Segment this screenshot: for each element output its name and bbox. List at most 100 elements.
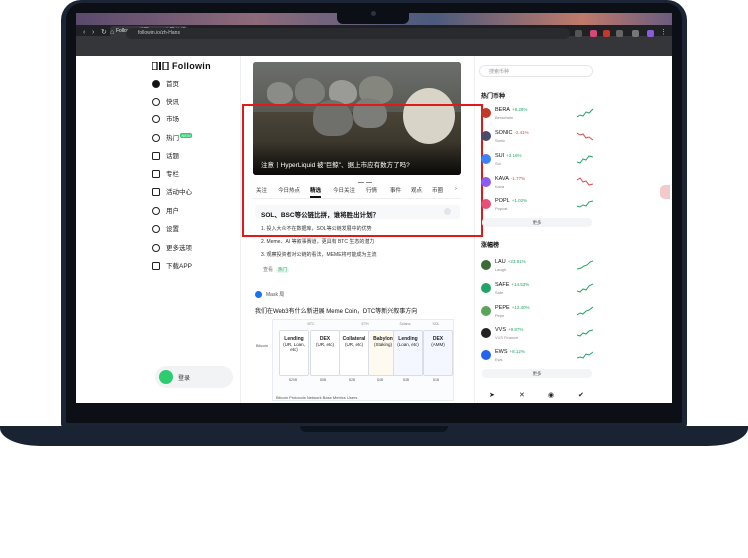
coin-symbol: SONIC -2.41% bbox=[495, 130, 529, 136]
diagram-foot: $3B bbox=[403, 378, 410, 382]
coin-change: +23.91% bbox=[507, 259, 526, 264]
sidebar-item-label: 活动中心 bbox=[166, 189, 192, 196]
list-item[interactable]: SAFE +14.53% Safe bbox=[481, 281, 593, 299]
floating-feedback-tab[interactable] bbox=[660, 185, 670, 199]
wolf-shape bbox=[267, 82, 293, 104]
coin-change: +8.28% bbox=[511, 107, 528, 112]
address-bar[interactable]: followin.io/zh-Hans bbox=[126, 28, 570, 39]
extension-icon[interactable] bbox=[575, 30, 582, 37]
profile-icon[interactable] bbox=[647, 30, 654, 37]
sidebar-item-user[interactable]: 用户 bbox=[152, 206, 179, 218]
wolf-shape bbox=[295, 78, 325, 104]
post-author[interactable]: Mask 局 bbox=[255, 291, 284, 299]
diagram-left-label: Bitcoin bbox=[256, 343, 269, 348]
coin-name: Sonic bbox=[495, 138, 506, 143]
coin-change: +8.12% bbox=[509, 349, 525, 354]
coin-sym-text: POPL bbox=[495, 198, 510, 204]
settings-icon bbox=[152, 225, 160, 234]
question-option[interactable]: 2. Meme、AI 等叙事赛道，更具有 BTC 生态的潜力 bbox=[261, 238, 374, 245]
coin-sym-text: PEPE bbox=[495, 305, 510, 311]
coin-name: Kava bbox=[495, 184, 505, 189]
sidebar-item-hot[interactable]: 热门 NEW bbox=[152, 133, 193, 145]
sidebar-item-events[interactable]: 活动中心 bbox=[152, 187, 192, 199]
sidebar-item-home[interactable]: 首页 bbox=[152, 79, 179, 91]
sidebar-item-column[interactable]: 专栏 bbox=[152, 169, 179, 181]
sidebar-item-settings[interactable]: 设置 bbox=[152, 224, 179, 236]
sidebar-item-topic[interactable]: 话题 bbox=[152, 151, 179, 163]
more-button[interactable]: 更多 bbox=[482, 218, 592, 227]
avatar bbox=[159, 370, 173, 384]
trending-title: 热门币种 bbox=[481, 94, 506, 100]
sidebar-item-label: 设置 bbox=[166, 226, 179, 233]
post-title[interactable]: 我们在Web3有什么新进展 Meme Coin，DTC等新兴叙事方向 bbox=[255, 306, 417, 315]
x-twitter-icon[interactable]: ✕ bbox=[519, 391, 525, 399]
sparkline bbox=[577, 108, 593, 118]
list-item[interactable]: SONIC -2.41% Sonic bbox=[481, 129, 593, 147]
sidebar-item-download[interactable]: 下载APP bbox=[152, 261, 192, 273]
reload-icon[interactable]: ↻ bbox=[101, 29, 107, 37]
list-item[interactable]: BERA +8.28% Berachain bbox=[481, 106, 593, 124]
more-label: 查看 bbox=[263, 267, 274, 273]
discord-icon[interactable]: ◉ bbox=[548, 391, 554, 399]
more-button[interactable]: 更多 bbox=[482, 369, 592, 378]
menu-icon[interactable]: ⋮ bbox=[660, 29, 667, 37]
coin-symbol: PEPE +12.40% bbox=[495, 305, 530, 311]
forward-icon[interactable]: › bbox=[92, 29, 94, 37]
market-icon bbox=[152, 115, 160, 124]
sparkline bbox=[577, 351, 593, 359]
event-icon bbox=[152, 188, 160, 197]
coin-icon bbox=[481, 177, 491, 187]
diagram-foot: $5B bbox=[320, 378, 327, 382]
home-button-icon[interactable]: ⌂ bbox=[110, 29, 114, 37]
question-more-link[interactable]: 查看 热门 bbox=[263, 266, 290, 273]
new-badge: NEW bbox=[180, 133, 193, 138]
coin-icon bbox=[481, 283, 491, 293]
list-item[interactable]: VVS +9.87% VVS Finance bbox=[481, 326, 593, 344]
download-icon bbox=[152, 262, 160, 271]
question-option[interactable]: 3. 观察投资者对公链的看法，MEME将可能成为主流 bbox=[261, 251, 377, 258]
list-item[interactable]: EWS +8.12% Ews bbox=[481, 348, 593, 366]
sidebar-item-market[interactable]: 市场 bbox=[152, 114, 179, 126]
coin-name: Pepe bbox=[495, 313, 505, 318]
list-item[interactable]: PEPE +12.40% Pepe bbox=[481, 304, 593, 322]
back-icon[interactable]: ‹ bbox=[83, 29, 85, 37]
user-icon bbox=[152, 207, 160, 216]
coin-icon bbox=[481, 260, 491, 270]
sidebar-item-label: 话题 bbox=[166, 153, 179, 160]
coin-icon bbox=[481, 154, 491, 164]
coin-symbol: LAU +23.91% bbox=[495, 259, 526, 265]
extension-icon[interactable] bbox=[616, 30, 623, 37]
extension-icon[interactable] bbox=[632, 30, 639, 37]
sidebar-item-label: 热门 bbox=[166, 135, 179, 142]
sparkline bbox=[577, 260, 593, 270]
telegram-icon[interactable]: ➤ bbox=[489, 391, 495, 399]
coin-symbol: BERA +8.28% bbox=[495, 107, 527, 113]
diagram-column-sub: (UR, etc) bbox=[345, 342, 363, 347]
coin-change: -1.77% bbox=[510, 176, 526, 181]
search-input[interactable]: 搜索币种 bbox=[479, 65, 593, 77]
list-item[interactable]: LAU +23.91% Laugh bbox=[481, 258, 593, 276]
gainers-title: 涨幅榜 bbox=[481, 243, 500, 249]
list-item[interactable]: SUI +3.16% Sui bbox=[481, 152, 593, 170]
sidebar-item-label: 市场 bbox=[166, 116, 179, 123]
sidebar-item-label: 首页 bbox=[166, 81, 179, 88]
extension-icon[interactable] bbox=[590, 30, 597, 37]
sparkline bbox=[577, 200, 593, 208]
sparkline bbox=[577, 306, 593, 316]
sidebar-item-label: 下载APP bbox=[166, 263, 193, 270]
sidebar-item-flash[interactable]: 快讯 bbox=[152, 97, 179, 109]
diagram-column-sub: (Staking) bbox=[373, 342, 392, 347]
more-icon bbox=[152, 244, 160, 253]
diagram-band: Solana bbox=[399, 322, 411, 326]
followin-logo-icon bbox=[152, 62, 169, 70]
sidebar-item-more[interactable]: 更多选项 bbox=[152, 243, 192, 255]
list-item[interactable]: POPL +1.02% Popcat bbox=[481, 197, 593, 215]
verified-check-icon[interactable]: ✔ bbox=[578, 391, 584, 399]
list-item[interactable]: KAVA -1.77% Kava bbox=[481, 175, 593, 193]
site-logo[interactable]: Followin bbox=[172, 61, 211, 71]
extension-icon[interactable] bbox=[603, 30, 610, 37]
diagram-column-sub: (UR, etc) bbox=[316, 342, 334, 347]
hot-tag: 热门 bbox=[276, 267, 290, 273]
coin-name: Laugh bbox=[495, 267, 507, 272]
coin-name: Ews bbox=[495, 357, 503, 362]
